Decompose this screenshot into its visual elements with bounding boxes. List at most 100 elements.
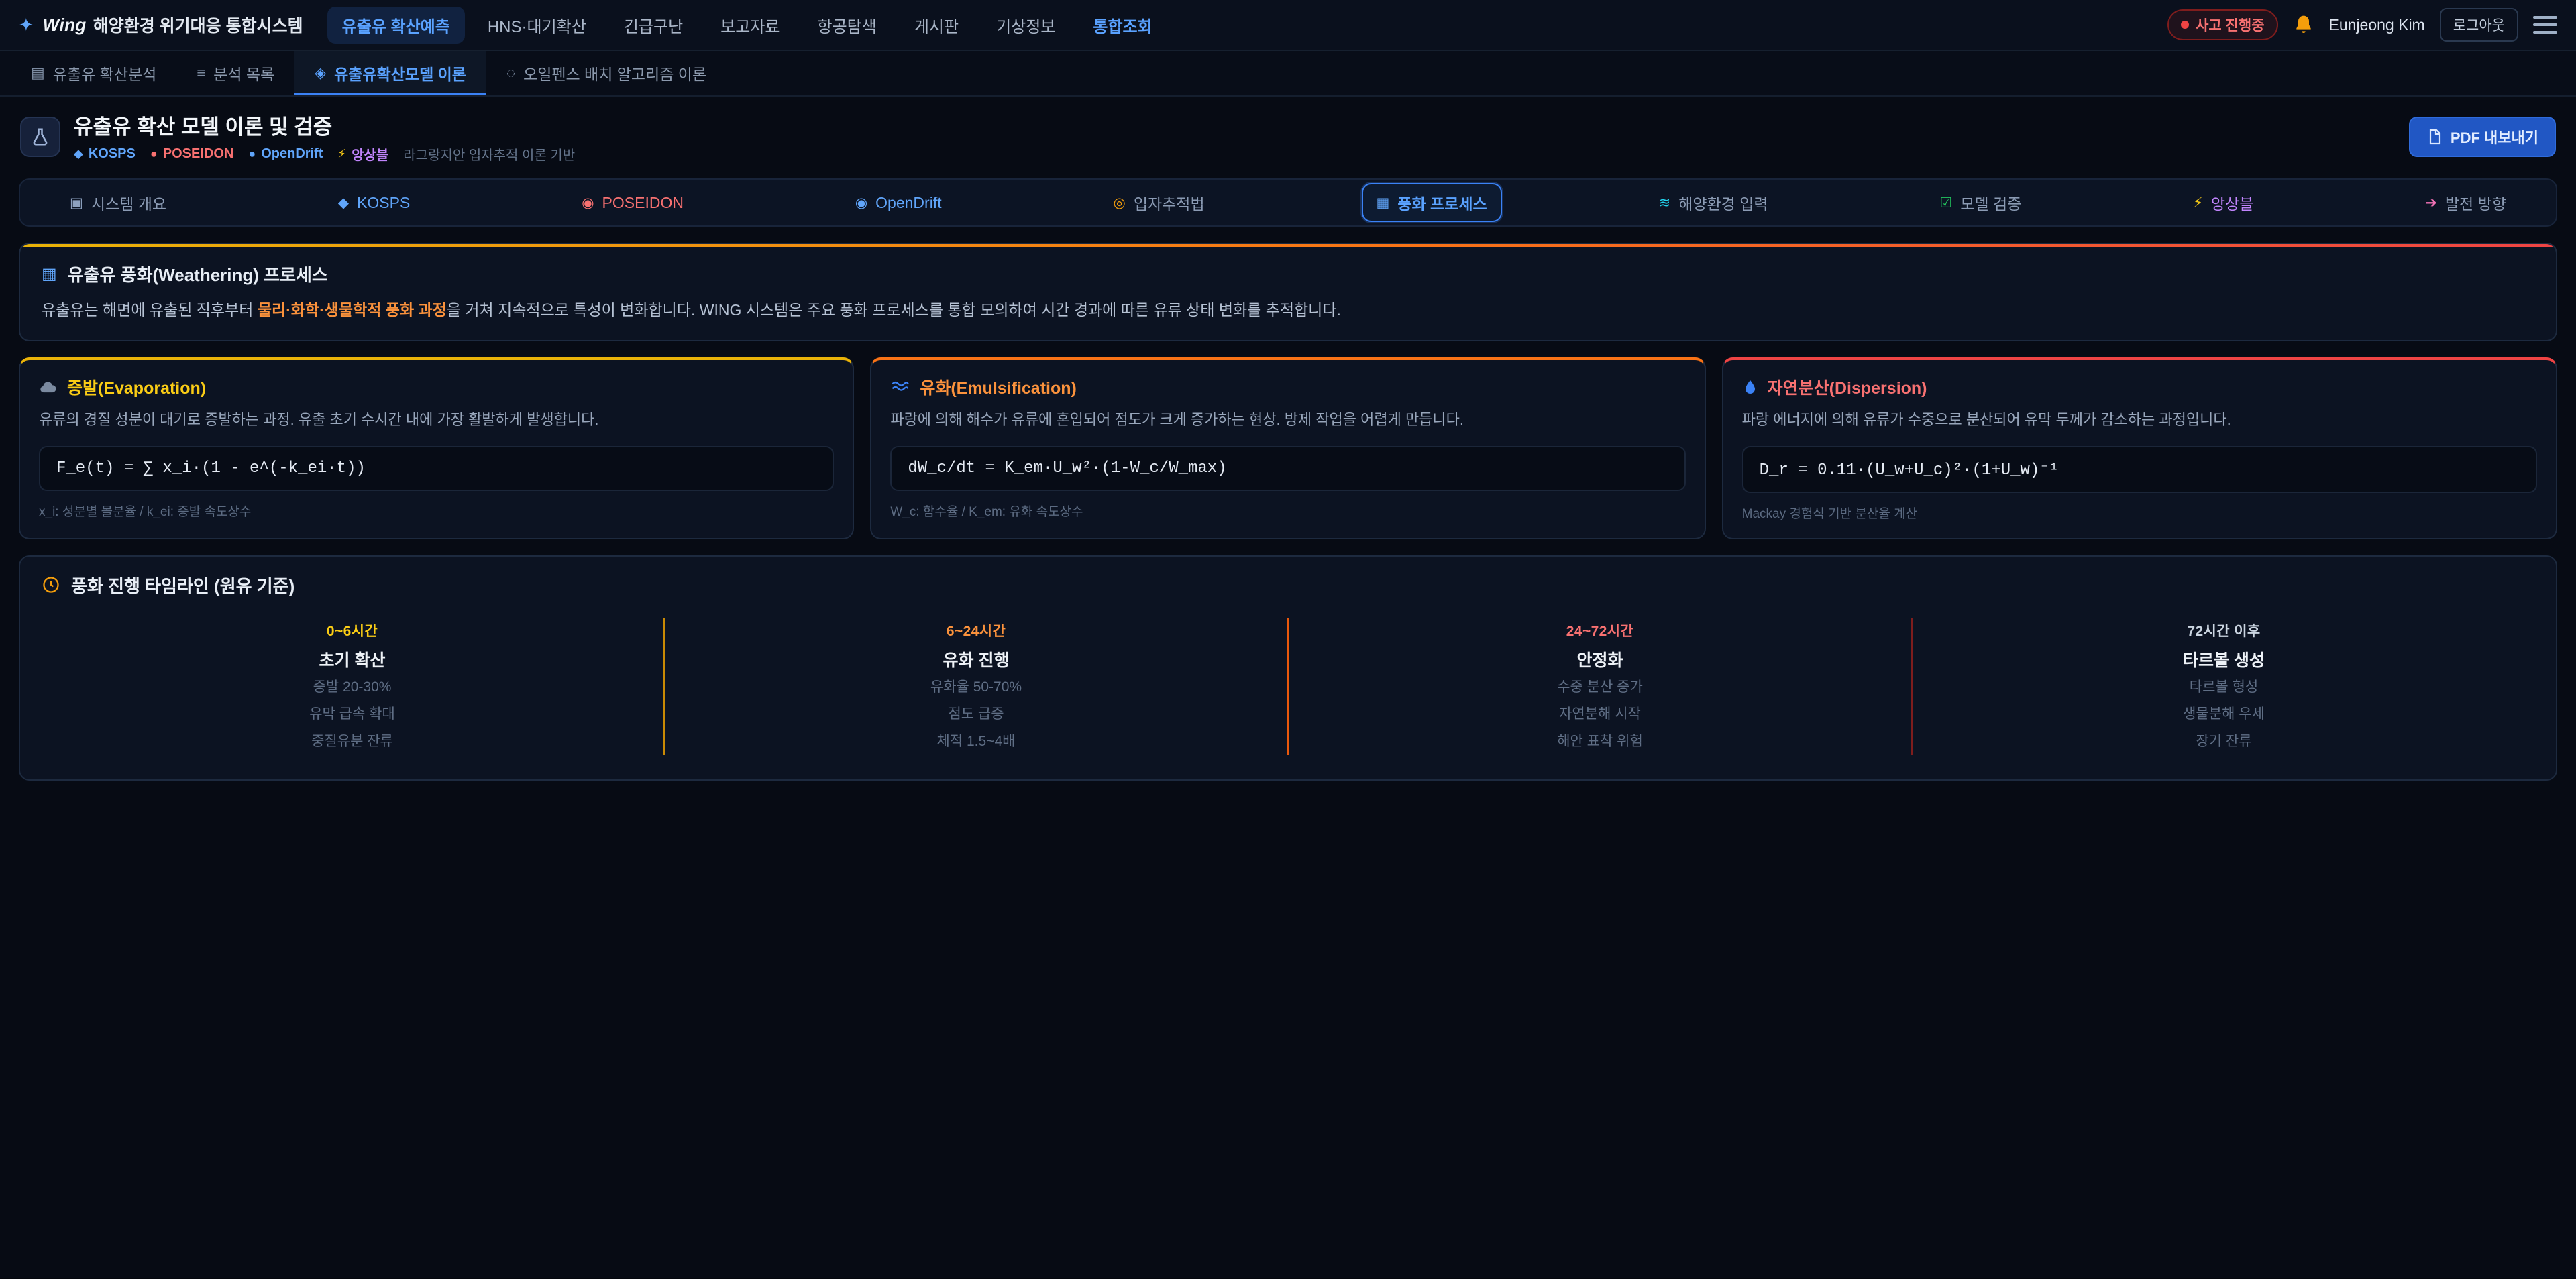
circle-icon: ● xyxy=(248,147,256,161)
nav-item-integrated-search[interactable]: 통합조회 xyxy=(1078,7,1167,44)
tab-label: OpenDrift xyxy=(875,194,941,212)
formula-note: Mackay 경험식 기반 분산율 계산 xyxy=(1742,504,2537,522)
tab-label: 입자추적법 xyxy=(1134,191,1205,214)
timeline-stage-tarball: 72시간 이후 타르볼 생성 타르볼 형성 생물분해 우세 장기 잔류 xyxy=(1913,618,2534,756)
circle-icon: ● xyxy=(150,147,158,161)
tab-model-validation[interactable]: ☑ 모델 검증 xyxy=(1925,183,2036,222)
pdf-export-button[interactable]: PDF 내보내기 xyxy=(2409,117,2556,157)
stage-period: 6~24시간 xyxy=(679,620,1273,641)
grid-icon: ▦ xyxy=(1377,194,1390,211)
timeline-stage-stabilization: 24~72시간 안정화 수중 분산 증가 자연분해 시작 해안 표착 위험 xyxy=(1289,618,1911,756)
tab-particle-tracking[interactable]: ◎ 입자추적법 xyxy=(1098,183,1219,222)
dispersion-formula: D_r = 0.11·(U_w+U_c)²·(1+U_w)⁻¹ xyxy=(1742,446,2537,493)
stage-detail: 해안 표착 위험 xyxy=(1303,731,1897,753)
subtab-label: 오일펜스 배치 알고리즘 이론 xyxy=(523,62,706,85)
tab-label: 모델 검증 xyxy=(1960,191,2021,214)
list-icon: ≡ xyxy=(197,64,205,82)
timeline-title: 풍화 진행 타임라인 (원유 기준) xyxy=(71,573,294,598)
clock-icon xyxy=(42,575,60,594)
subtab-analysis-list[interactable]: ≡ 분석 목록 xyxy=(176,51,294,95)
logout-button[interactable]: 로그아웃 xyxy=(2440,8,2518,42)
timeline-stage-initial-spread: 0~6시간 초기 확산 증발 20-30% 유막 급속 확대 중질유분 잔류 xyxy=(42,618,663,756)
evaporation-formula: F_e(t) = ∑ x_i·(1 - e^(-k_ei·t)) xyxy=(39,446,834,491)
main-nav: 유출유 확산예측 HNS·대기확산 긴급구난 보고자료 항공탐색 게시판 기상정… xyxy=(327,7,1167,44)
stage-period: 24~72시간 xyxy=(1303,620,1897,641)
incident-status-badge[interactable]: 사고 진행중 xyxy=(2167,9,2277,40)
weathering-description: 유출유는 해면에 유출된 직후부터 물리·화학·생물학적 풍화 과정을 거쳐 지… xyxy=(42,298,2534,323)
nav-item-weather-info[interactable]: 기상정보 xyxy=(981,7,1070,44)
incident-badge-label: 사고 진행중 xyxy=(2196,15,2264,35)
page-title: 유출유 확산 모델 이론 및 검증 xyxy=(74,110,575,140)
process-card-description: 유류의 경질 성분이 대기로 증발하는 과정. 유출 초기 수시간 내에 가장 … xyxy=(39,408,834,433)
model-section-tabs: ▣ 시스템 개요 ◆ KOSPS ◉ POSEIDON ◉ OpenDrift … xyxy=(19,178,2557,227)
top-navbar: ✦ Wing 해양환경 위기대응 통합시스템 유출유 확산예측 HNS·대기확산… xyxy=(0,0,2576,51)
wing-logo-icon: ✦ xyxy=(19,15,34,36)
stage-detail: 자연분해 시작 xyxy=(1303,704,1897,726)
stage-detail: 점도 급증 xyxy=(679,704,1273,726)
page-subtitle: 라그랑지안 입자추적 이론 기반 xyxy=(403,144,575,164)
tab-weathering-process[interactable]: ▦ 풍화 프로세스 xyxy=(1362,183,1502,222)
tab-label: 시스템 개요 xyxy=(91,191,166,214)
emulsification-card: 유화(Emulsification) 파랑에 의해 해수가 유류에 혼입되어 점… xyxy=(870,357,1705,539)
pdf-export-label: PDF 내보내기 xyxy=(2451,126,2538,148)
tab-opendrift[interactable]: ◉ OpenDrift xyxy=(841,186,957,220)
navbar-right: 사고 진행중 Eunjeong Kim 로그아웃 xyxy=(2167,8,2557,42)
process-card-description: 파랑 에너지에 의해 유류가 수중으로 분산되어 유막 두께가 감소하는 과정입… xyxy=(1742,408,2537,433)
nav-item-oil-spill-forecast[interactable]: 유출유 확산예측 xyxy=(327,7,465,44)
nav-item-board[interactable]: 게시판 xyxy=(900,7,973,44)
subtab-label: 분석 목록 xyxy=(213,62,274,85)
check-icon: ☑ xyxy=(1939,194,1952,211)
stage-detail: 체적 1.5~4배 xyxy=(679,731,1273,753)
stage-period: 72시간 이후 xyxy=(1927,620,2521,641)
grid-icon: ▦ xyxy=(42,264,57,284)
chart-icon: ▤ xyxy=(31,64,45,82)
app-root: ✦ Wing 해양환경 위기대응 통합시스템 유출유 확산예측 HNS·대기확산… xyxy=(0,0,2576,1278)
badge-label: 앙상블 xyxy=(352,144,388,164)
stage-name: 타르볼 생성 xyxy=(1927,647,2521,671)
evaporation-card: 증발(Evaporation) 유류의 경질 성분이 대기로 증발하는 과정. … xyxy=(19,357,854,539)
tab-label: 풍화 프로세스 xyxy=(1397,191,1487,214)
stage-period: 0~6시간 xyxy=(55,620,649,641)
badge-label: KOSPS xyxy=(89,146,136,162)
tab-ensemble[interactable]: ⚡ 앙상블 xyxy=(2178,183,2268,222)
logo[interactable]: ✦ Wing 해양환경 위기대응 통합시스템 xyxy=(19,13,303,37)
tab-system-overview[interactable]: ▣ 시스템 개요 xyxy=(55,183,181,222)
document-icon xyxy=(2426,129,2443,145)
logo-text: Wing xyxy=(43,15,87,36)
subtab-diffusion-model-theory[interactable]: ◈ 유출유확산모델 이론 xyxy=(294,51,486,95)
menu-hamburger-icon[interactable] xyxy=(2533,16,2557,34)
diamond-icon: ◆ xyxy=(74,147,83,161)
wave-icon xyxy=(890,378,910,396)
nav-item-emergency-rescue[interactable]: 긴급구난 xyxy=(609,7,698,44)
tab-future-direction[interactable]: ➔ 발전 방향 xyxy=(2410,183,2521,222)
tab-kosps[interactable]: ◆ KOSPS xyxy=(323,186,425,220)
subtab-label: 유출유확산모델 이론 xyxy=(334,62,466,85)
emulsification-formula: dW_c/dt = K_em·U_w²·(1-W_c/W_max) xyxy=(890,446,1685,491)
stage-name: 초기 확산 xyxy=(55,647,649,671)
notification-bell-icon[interactable] xyxy=(2293,14,2314,36)
stage-name: 유화 진행 xyxy=(679,647,1273,671)
subtab-label: 유출유 확산분석 xyxy=(53,62,157,85)
formula-note: x_i: 성분별 몰분율 / k_ei: 증발 속도상수 xyxy=(39,502,834,520)
wave-icon: ≋ xyxy=(1659,194,1671,211)
lightning-icon: ⚡ xyxy=(2193,194,2203,211)
user-name: Eunjeong Kim xyxy=(2329,16,2425,34)
nav-item-hns-air-diffusion[interactable]: HNS·대기확산 xyxy=(473,7,601,44)
nav-item-reports[interactable]: 보고자료 xyxy=(706,7,794,44)
tab-poseidon[interactable]: ◉ POSEIDON xyxy=(567,186,698,220)
process-card-title: 유화(Emulsification) xyxy=(920,375,1077,399)
page-header: 유출유 확산 모델 이론 및 검증 ◆ KOSPS ● POSEIDON ● O… xyxy=(0,97,2576,176)
description-text: 을 거쳐 지속적으로 특성이 변화합니다. WING 시스템은 주요 풍화 프로… xyxy=(447,301,1341,319)
process-cards-row: 증발(Evaporation) 유류의 경질 성분이 대기로 증발하는 과정. … xyxy=(19,357,2557,539)
tab-ocean-environment-input[interactable]: ≋ 해양환경 입력 xyxy=(1644,183,1783,222)
subtab-spill-analysis[interactable]: ▤ 유출유 확산분석 xyxy=(11,51,176,95)
boom-icon: ◌ xyxy=(506,64,515,82)
nav-item-aerial-search[interactable]: 항공탐색 xyxy=(802,7,891,44)
page-header-iconbox xyxy=(20,117,60,157)
globe-icon: ◉ xyxy=(855,194,867,211)
process-card-description: 파랑에 의해 해수가 유류에 혼입되어 점도가 크게 증가하는 현상. 방제 작… xyxy=(890,408,1685,433)
app-title: 해양환경 위기대응 통합시스템 xyxy=(93,13,303,37)
weathering-intro-card: ▦ 유출유 풍화(Weathering) 프로세스 유출유는 해면에 유출된 직… xyxy=(19,243,2557,341)
flask-icon: ◈ xyxy=(315,64,326,82)
subtab-oil-fence-algorithm-theory[interactable]: ◌ 오일펜스 배치 알고리즘 이론 xyxy=(486,51,727,95)
